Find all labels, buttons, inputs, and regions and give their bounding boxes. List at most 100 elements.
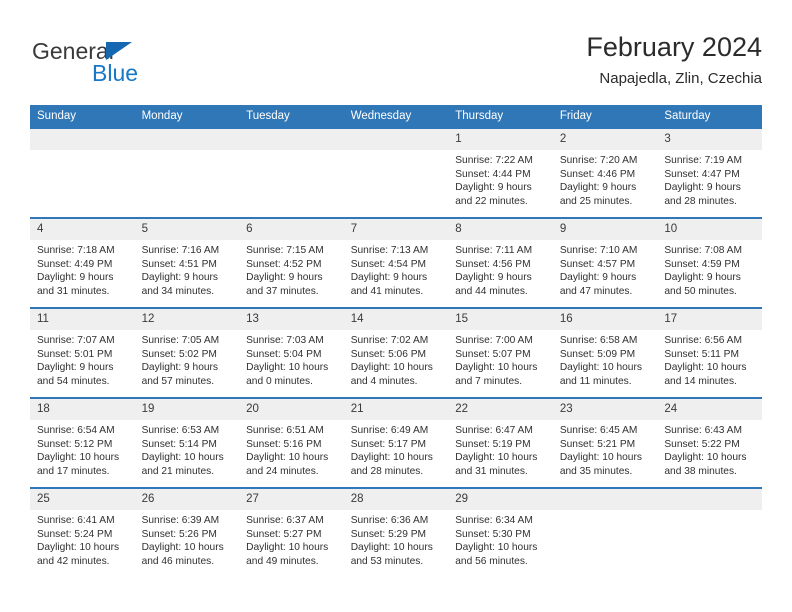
calendar-page: General Blue February 2024 Napajedla, Zl… bbox=[0, 0, 792, 612]
calendar-day-cell[interactable]: 1 Sunrise: 7:22 AM Sunset: 4:44 PM Daylight… bbox=[448, 127, 553, 218]
day-number bbox=[134, 129, 240, 150]
day-number: 10 bbox=[657, 219, 762, 240]
sunset-text: Sunset: 4:46 PM bbox=[559, 168, 636, 180]
day-number: 13 bbox=[239, 309, 344, 330]
sunrise-text: Sunrise: 7:02 AM bbox=[350, 335, 429, 346]
daylight-text-line1: Daylight: 10 hours bbox=[141, 542, 224, 554]
calendar-day-cell[interactable]: 21 Sunrise: 6:49 AM Sunset: 5:17 PM Dayligh… bbox=[343, 397, 449, 488]
day-number: 11 bbox=[30, 309, 135, 330]
day-details: Sunrise: 7:07 AM Sunset: 5:01 PM Daylight:… bbox=[30, 330, 135, 388]
sunrise-text: Sunrise: 7:19 AM bbox=[664, 155, 742, 166]
daylight-text-line2: and 11 minutes. bbox=[559, 375, 632, 387]
day-number: 22 bbox=[448, 399, 553, 420]
daylight-text-line1: Daylight: 10 hours bbox=[246, 542, 329, 554]
sunrise-text: Sunrise: 7:16 AM bbox=[141, 245, 220, 256]
day-details: Sunrise: 7:16 AM Sunset: 4:51 PM Daylight:… bbox=[135, 240, 240, 298]
calendar-day-cell[interactable]: 7 Sunrise: 7:13 AM Sunset: 4:54 PM Daylight… bbox=[343, 217, 449, 308]
daylight-text-line2: and 42 minutes. bbox=[37, 555, 110, 567]
sunrise-text: Sunrise: 7:07 AM bbox=[37, 335, 115, 346]
sunset-text: Sunset: 5:27 PM bbox=[246, 528, 322, 540]
sunrise-text: Sunrise: 6:34 AM bbox=[455, 515, 533, 526]
sunrise-text: Sunrise: 7:11 AM bbox=[455, 245, 533, 256]
calendar-day-cell[interactable]: 27 Sunrise: 6:37 AM Sunset: 5:27 PM Dayligh… bbox=[239, 487, 344, 578]
daylight-text-line2: and 17 minutes. bbox=[37, 465, 110, 477]
sunset-text: Sunset: 4:54 PM bbox=[350, 258, 427, 270]
daylight-text-line1: Daylight: 9 hours bbox=[141, 272, 219, 284]
sunset-text: Sunset: 4:44 PM bbox=[455, 168, 531, 180]
weekday-header-sunday: Sunday bbox=[30, 105, 135, 128]
day-number: 19 bbox=[134, 399, 240, 420]
weekday-header-tuesday: Tuesday bbox=[239, 105, 344, 128]
daylight-text-line1: Daylight: 10 hours bbox=[141, 452, 224, 464]
day-number: 24 bbox=[657, 399, 762, 420]
daylight-text-line1: Daylight: 10 hours bbox=[455, 362, 538, 374]
daylight-text-line1: Daylight: 9 hours bbox=[350, 272, 428, 284]
calendar-day-cell[interactable]: 29 Sunrise: 6:34 AM Sunset: 5:30 PM Dayligh… bbox=[448, 487, 553, 578]
sunset-text: Sunset: 5:26 PM bbox=[141, 528, 217, 540]
calendar-day-cell[interactable]: 3 Sunrise: 7:19 AM Sunset: 4:47 PM Daylight… bbox=[657, 127, 762, 218]
sunset-text: Sunset: 5:19 PM bbox=[455, 438, 531, 450]
daylight-text-line2: and 56 minutes. bbox=[455, 555, 528, 567]
daylight-text-line1: Daylight: 10 hours bbox=[350, 362, 433, 374]
daylight-text-line2: and 0 minutes. bbox=[246, 375, 313, 387]
daylight-text-line1: Daylight: 9 hours bbox=[559, 182, 637, 194]
calendar-day-cell[interactable]: 25 Sunrise: 6:41 AM Sunset: 5:24 PM Dayligh… bbox=[30, 487, 135, 578]
calendar-day-cell[interactable]: 2 Sunrise: 7:20 AM Sunset: 4:46 PM Daylight… bbox=[552, 127, 658, 218]
calendar-day-cell[interactable]: 12 Sunrise: 7:05 AM Sunset: 5:02 PM Dayligh… bbox=[134, 307, 240, 398]
sunset-text: Sunset: 5:24 PM bbox=[37, 528, 113, 540]
day-details: Sunrise: 6:36 AM Sunset: 5:29 PM Daylight:… bbox=[344, 510, 449, 568]
sunset-text: Sunset: 4:47 PM bbox=[664, 168, 740, 180]
calendar-day-cell[interactable]: 20 Sunrise: 6:51 AM Sunset: 5:16 PM Dayligh… bbox=[239, 397, 344, 488]
calendar-day-cell[interactable]: 24 Sunrise: 6:43 AM Sunset: 5:22 PM Dayligh… bbox=[657, 397, 762, 488]
calendar-grid: Sunday Monday Tuesday Wednesday Thursday… bbox=[30, 105, 762, 578]
daylight-text-line2: and 53 minutes. bbox=[350, 555, 424, 567]
calendar-day-cell-empty bbox=[30, 127, 135, 218]
daylight-text-line1: Daylight: 10 hours bbox=[664, 452, 747, 464]
calendar-day-cell[interactable]: 8 Sunrise: 7:11 AM Sunset: 4:56 PM Daylight… bbox=[448, 217, 553, 308]
calendar-day-cell[interactable]: 23 Sunrise: 6:45 AM Sunset: 5:21 PM Dayligh… bbox=[552, 397, 658, 488]
sunset-text: Sunset: 5:02 PM bbox=[141, 348, 217, 360]
calendar-week-row: 1 Sunrise: 7:22 AM Sunset: 4:44 PM Daylight… bbox=[30, 127, 762, 218]
calendar-day-cell[interactable]: 16 Sunrise: 6:58 AM Sunset: 5:09 PM Dayligh… bbox=[552, 307, 658, 398]
calendar-day-cell[interactable]: 15 Sunrise: 7:00 AM Sunset: 5:07 PM Dayligh… bbox=[448, 307, 553, 398]
daylight-text-line1: Daylight: 9 hours bbox=[664, 272, 741, 284]
day-number: 1 bbox=[448, 129, 553, 150]
daylight-text-line2: and 41 minutes. bbox=[350, 285, 424, 297]
daylight-text-line1: Daylight: 10 hours bbox=[559, 452, 642, 464]
day-number: 17 bbox=[657, 309, 762, 330]
calendar-day-cell[interactable]: 11 Sunrise: 7:07 AM Sunset: 5:01 PM Dayligh… bbox=[30, 307, 135, 398]
sunrise-text: Sunrise: 6:45 AM bbox=[559, 425, 638, 436]
daylight-text-line1: Daylight: 9 hours bbox=[246, 272, 323, 284]
calendar-day-cell[interactable]: 6 Sunrise: 7:15 AM Sunset: 4:52 PM Daylight… bbox=[239, 217, 344, 308]
day-details: Sunrise: 6:47 AM Sunset: 5:19 PM Daylight:… bbox=[448, 420, 553, 478]
calendar-day-cell[interactable]: 4 Sunrise: 7:18 AM Sunset: 4:49 PM Daylight… bbox=[30, 217, 135, 308]
calendar-day-cell[interactable]: 17 Sunrise: 6:56 AM Sunset: 5:11 PM Dayligh… bbox=[657, 307, 762, 398]
sunset-text: Sunset: 5:30 PM bbox=[455, 528, 531, 540]
calendar-day-cell[interactable]: 26 Sunrise: 6:39 AM Sunset: 5:26 PM Dayligh… bbox=[134, 487, 240, 578]
calendar-body: 1 Sunrise: 7:22 AM Sunset: 4:44 PM Daylight… bbox=[30, 127, 762, 578]
calendar-day-cell[interactable]: 18 Sunrise: 6:54 AM Sunset: 5:12 PM Dayligh… bbox=[30, 397, 135, 488]
daylight-text-line1: Daylight: 9 hours bbox=[559, 272, 637, 284]
sunset-text: Sunset: 5:04 PM bbox=[246, 348, 322, 360]
sunset-text: Sunset: 5:17 PM bbox=[350, 438, 427, 450]
daylight-text-line1: Daylight: 9 hours bbox=[37, 272, 114, 284]
page-header: General Blue February 2024 Napajedla, Zl… bbox=[30, 30, 762, 94]
sunrise-text: Sunrise: 7:22 AM bbox=[455, 155, 533, 166]
calendar-day-cell[interactable]: 28 Sunrise: 6:36 AM Sunset: 5:29 PM Dayligh… bbox=[343, 487, 449, 578]
calendar-day-cell[interactable]: 22 Sunrise: 6:47 AM Sunset: 5:19 PM Dayligh… bbox=[448, 397, 553, 488]
sunrise-text: Sunrise: 6:36 AM bbox=[350, 515, 429, 526]
calendar-day-cell[interactable]: 10 Sunrise: 7:08 AM Sunset: 4:59 PM Dayligh… bbox=[657, 217, 762, 308]
day-details: Sunrise: 7:18 AM Sunset: 4:49 PM Daylight:… bbox=[30, 240, 135, 298]
calendar-day-cell[interactable]: 14 Sunrise: 7:02 AM Sunset: 5:06 PM Dayligh… bbox=[343, 307, 449, 398]
sunset-text: Sunset: 4:56 PM bbox=[455, 258, 531, 270]
calendar-day-cell[interactable]: 9 Sunrise: 7:10 AM Sunset: 4:57 PM Daylight… bbox=[552, 217, 658, 308]
day-number: 25 bbox=[30, 489, 135, 510]
calendar-day-cell[interactable]: 13 Sunrise: 7:03 AM Sunset: 5:04 PM Dayligh… bbox=[239, 307, 344, 398]
sunrise-text: Sunrise: 7:13 AM bbox=[350, 245, 429, 256]
calendar-day-cell[interactable]: 5 Sunrise: 7:16 AM Sunset: 4:51 PM Daylight… bbox=[134, 217, 240, 308]
day-number: 6 bbox=[239, 219, 344, 240]
calendar-day-cell[interactable]: 19 Sunrise: 6:53 AM Sunset: 5:14 PM Dayligh… bbox=[134, 397, 240, 488]
day-details: Sunrise: 7:13 AM Sunset: 4:54 PM Daylight:… bbox=[344, 240, 449, 298]
general-blue-logo[interactable]: General Blue bbox=[30, 38, 270, 94]
day-number: 16 bbox=[552, 309, 658, 330]
